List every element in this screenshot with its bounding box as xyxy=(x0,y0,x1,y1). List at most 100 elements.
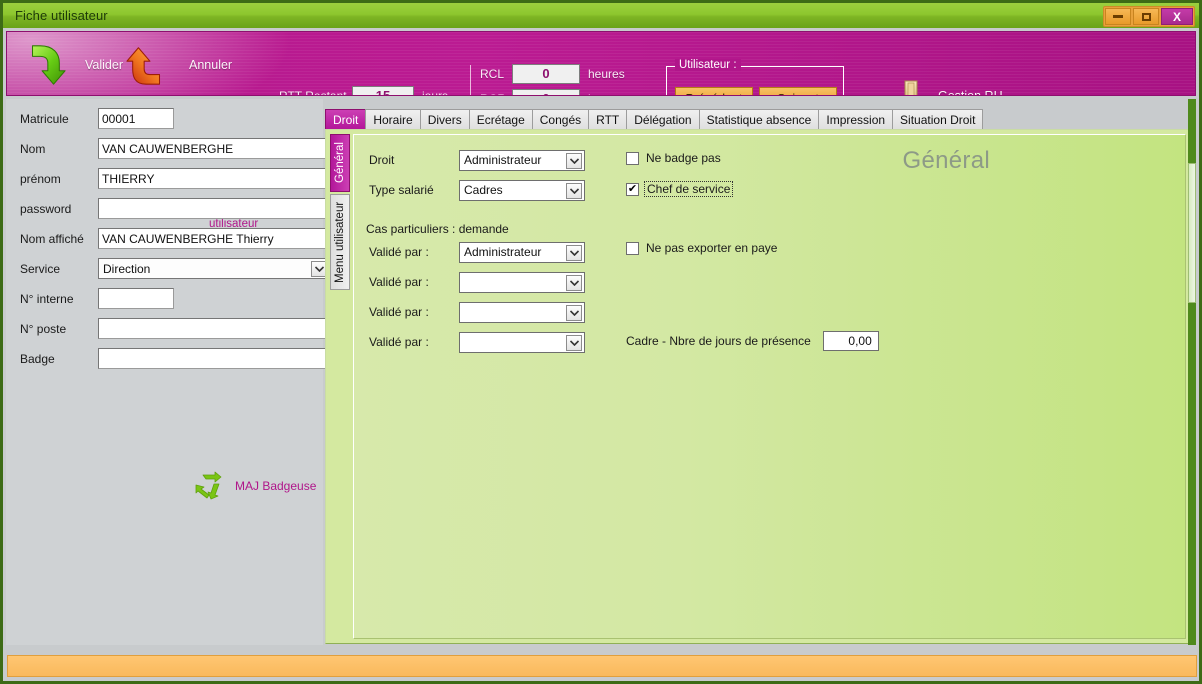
password-label: password xyxy=(20,201,72,216)
valide-par-select-4[interactable] xyxy=(459,331,585,353)
form-row-numero-poste: N° poste xyxy=(6,318,330,339)
rcr-value-box: 0 xyxy=(512,88,580,95)
checkbox-box[interactable] xyxy=(626,151,639,165)
form-row-prenom: prénom THIERRY xyxy=(6,168,330,189)
tab-statistique-absence[interactable]: Statistique absence xyxy=(698,109,819,130)
valide-par-select-2[interactable] xyxy=(459,271,585,293)
matricule-input[interactable]: 00001 xyxy=(98,108,174,129)
tab-situation-droit[interactable]: Situation Droit xyxy=(892,109,984,130)
green-down-arrow-icon xyxy=(31,45,66,85)
numero-interne-input[interactable] xyxy=(98,288,174,309)
tab-droit[interactable]: Droit xyxy=(325,109,366,130)
rtt-unit: jours xyxy=(422,88,449,96)
droit-select-value: Administrateur xyxy=(464,153,542,167)
content-row-valide-par-2: Validé par : xyxy=(369,271,585,293)
checkbox-chef-de-service[interactable]: ✔ Chef de service xyxy=(626,181,734,197)
content-row-droit: Droit Administrateur xyxy=(369,149,585,171)
tab-content-panel: Général Menu utilisateur Général Droit A… xyxy=(325,129,1193,644)
cancel-action[interactable]: Annuler xyxy=(125,42,232,88)
valide-par-value-1: Administrateur xyxy=(464,245,542,259)
minimize-button[interactable] xyxy=(1105,8,1131,25)
side-tab-general[interactable]: Général xyxy=(330,134,350,192)
vertical-scrollbar[interactable] xyxy=(1188,99,1196,645)
gestion-rh-action[interactable]: Gestion RH xyxy=(892,79,1003,96)
prenom-input[interactable]: THIERRY xyxy=(98,168,330,189)
droit-label: Droit xyxy=(369,153,395,167)
service-label: Service xyxy=(20,261,61,276)
rcr-label: RCR xyxy=(480,92,512,96)
previous-user-button[interactable]: Précédent xyxy=(675,87,753,95)
badge-input[interactable] xyxy=(98,348,330,369)
type-salarie-select[interactable]: Cadres xyxy=(459,179,585,201)
next-user-button[interactable]: Suivant xyxy=(759,87,837,95)
chevron-down-icon xyxy=(566,334,582,351)
chevron-down-icon xyxy=(566,152,582,169)
top-toolbar: Valider Annuler RTT Restant 15 jours RCL… xyxy=(6,31,1196,96)
maj-badgeuse-label: MAJ Badgeuse xyxy=(235,479,317,493)
badge-label: Badge xyxy=(20,351,55,366)
valide-par-select-3[interactable] xyxy=(459,301,585,323)
application-window: Fiche utilisateur X Valider Annuler RTT … xyxy=(0,0,1202,684)
type-salarie-label: Type salarié xyxy=(369,183,434,197)
general-tab-page: Général Droit Administrateur Type salari… xyxy=(353,134,1186,639)
tab-ecretage[interactable]: Ecrétage xyxy=(468,109,532,130)
tab-delegation[interactable]: Délégation xyxy=(626,109,699,130)
password-input[interactable] xyxy=(98,198,330,219)
cancel-label: Annuler xyxy=(189,58,233,72)
maximize-button[interactable] xyxy=(1133,8,1159,25)
chevron-down-icon xyxy=(566,274,582,291)
form-row-password: password xyxy=(6,198,330,219)
validate-label: Valider xyxy=(85,58,123,72)
status-bar xyxy=(7,655,1197,677)
chevron-down-icon xyxy=(566,304,582,321)
service-select[interactable]: Direction xyxy=(98,258,330,279)
rc-counters: RCL 0 heures RCR 0 heures xyxy=(480,63,625,96)
scrollbar-thumb[interactable] xyxy=(1188,163,1196,303)
form-row-service: Service Direction xyxy=(6,258,330,279)
form-row-matricule: Matricule 00001 xyxy=(6,108,174,129)
close-button[interactable]: X xyxy=(1161,8,1193,25)
checkbox-ne-pas-exporter-en-paye[interactable]: Ne pas exporter en paye xyxy=(626,241,777,255)
cas-particuliers-label: Cas particuliers : demande xyxy=(366,222,509,236)
service-select-value: Direction xyxy=(103,261,151,276)
cadre-jours-presence-row: Cadre - Nbre de jours de présence 0,00 xyxy=(626,331,879,351)
window-controls: X xyxy=(1103,6,1195,27)
validate-action[interactable]: Valider xyxy=(21,42,123,88)
tab-impression[interactable]: Impression xyxy=(818,109,893,130)
checkbox-box[interactable] xyxy=(626,241,639,255)
cadre-jours-label: Cadre - Nbre de jours de présence xyxy=(626,334,811,348)
title-bar: Fiche utilisateur X xyxy=(3,3,1199,28)
side-tab-strip: Général Menu utilisateur xyxy=(330,134,350,292)
nom-affiche-input[interactable]: VAN CAUWENBERGHE Thierry xyxy=(98,228,330,249)
numero-poste-label: N° poste xyxy=(20,321,67,336)
hand-folder-icon xyxy=(904,80,918,95)
rcr-unit: heures xyxy=(588,92,625,96)
tab-conges[interactable]: Congés xyxy=(531,109,589,130)
valide-par-select-1[interactable]: Administrateur xyxy=(459,241,585,263)
numero-poste-input[interactable] xyxy=(98,318,330,339)
gestion-rh-label: Gestion RH xyxy=(938,89,1003,96)
rcl-value-box: 0 xyxy=(512,63,580,84)
checkbox-ne-badge-pas[interactable]: Ne badge pas xyxy=(626,151,721,165)
matricule-label: Matricule xyxy=(20,111,69,126)
valide-par-label-4: Validé par : xyxy=(369,335,429,349)
nom-label: Nom xyxy=(20,141,46,156)
minimize-icon xyxy=(1113,15,1123,18)
checkbox-box[interactable]: ✔ xyxy=(626,182,639,196)
tab-rtt[interactable]: RTT xyxy=(588,109,627,130)
form-row-badge: Badge xyxy=(6,348,330,369)
content-row-type-salarie: Type salarié Cadres xyxy=(369,179,585,201)
maximize-icon xyxy=(1141,12,1151,21)
nom-input[interactable]: VAN CAUWENBERGHE xyxy=(98,138,330,159)
droit-select[interactable]: Administrateur xyxy=(459,149,585,171)
numero-interne-label: N° interne xyxy=(20,291,74,306)
side-tab-menu-utilisateur[interactable]: Menu utilisateur xyxy=(330,194,350,290)
chevron-down-icon xyxy=(566,182,582,199)
tab-divers[interactable]: Divers xyxy=(419,109,469,130)
tab-horaire[interactable]: Horaire xyxy=(365,109,420,130)
rcl-unit: heures xyxy=(588,66,625,81)
cadre-jours-input[interactable]: 0,00 xyxy=(822,331,879,351)
leave-counters: RTT Restant 15 jours CP Restant 28 jours xyxy=(279,85,449,96)
maj-badgeuse-action[interactable]: MAJ Badgeuse xyxy=(194,471,316,501)
counter-row-rcl: RCL 0 heures xyxy=(480,63,625,84)
